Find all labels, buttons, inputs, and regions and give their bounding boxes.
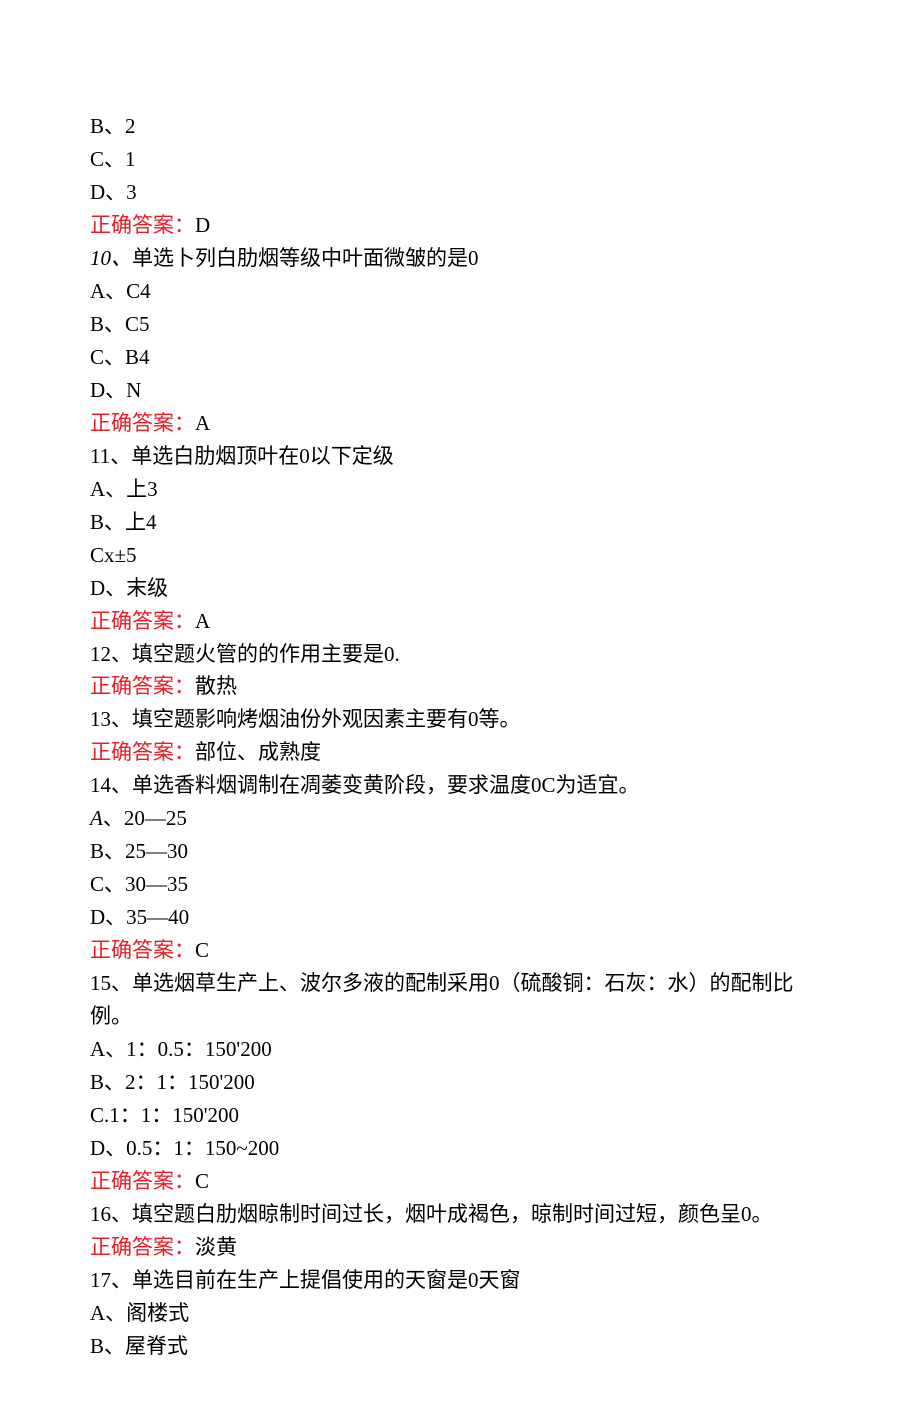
answer-value: A: [195, 609, 210, 633]
question-13: 13、填空题影响烤烟油份外观因素主要有0等。: [90, 703, 830, 736]
question-12: 12、填空题火管的的作用主要是0.: [90, 638, 830, 671]
answer-value: 部位、成熟度: [195, 740, 321, 764]
option-d: D、N: [90, 374, 830, 407]
answer-label: 正确答案：: [90, 938, 195, 962]
answer-value: C: [195, 938, 209, 962]
option-a-text: 、20—25: [103, 806, 187, 830]
option-a-letter: A: [90, 806, 103, 830]
answer-label: 正确答案：: [90, 740, 195, 764]
answer-value: D: [195, 213, 210, 237]
answer-line: 正确答案：A: [90, 407, 830, 440]
option-b: B、2: [90, 110, 830, 143]
question-17: 17、单选目前在生产上提倡使用的天窗是0天窗: [90, 1264, 830, 1297]
answer-line: 正确答案：C: [90, 934, 830, 967]
option-b: B、上4: [90, 506, 830, 539]
question-16: 16、填空题白肋烟晾制时间过长，烟叶成褐色，晾制时间过短，颜色呈0。: [90, 1198, 830, 1231]
answer-label: 正确答案：: [90, 411, 195, 435]
answer-value: 淡黄: [195, 1235, 237, 1259]
option-d: D、35—40: [90, 901, 830, 934]
question-14: 14、单选香料烟调制在凋萎变黄阶段，要求温度0C为适宜。: [90, 769, 830, 802]
option-a: A、1：0.5：150'200: [90, 1033, 830, 1066]
answer-line: 正确答案：淡黄: [90, 1231, 830, 1264]
option-c: C、B4: [90, 341, 830, 374]
answer-line: 正确答案：A: [90, 605, 830, 638]
document-page: B、2 C、1 D、3 正确答案：D 10、单选卜列白肋烟等级中叶面微皱的是0 …: [0, 0, 920, 1423]
option-a: A、20—25: [90, 802, 830, 835]
answer-label: 正确答案：: [90, 609, 195, 633]
answer-value: C: [195, 1169, 209, 1193]
option-c: C.1：1：150'200: [90, 1099, 830, 1132]
answer-label: 正确答案：: [90, 1169, 195, 1193]
question-10: 10、单选卜列白肋烟等级中叶面微皱的是0: [90, 242, 830, 275]
answer-value: A: [195, 411, 210, 435]
answer-line: 正确答案：C: [90, 1165, 830, 1198]
answer-value: 散热: [195, 674, 237, 698]
option-b: B、2：1：150'200: [90, 1066, 830, 1099]
option-a: A、C4: [90, 275, 830, 308]
question-15: 15、单选烟草生产上、波尔多液的配制采用0（硫酸铜：石灰：水）的配制比例。: [90, 967, 830, 1033]
q10-number: 10、: [90, 246, 132, 270]
option-c: C、30—35: [90, 868, 830, 901]
option-a: A、上3: [90, 473, 830, 506]
option-d: D、3: [90, 176, 830, 209]
answer-label: 正确答案：: [90, 213, 195, 237]
option-b: B、25—30: [90, 835, 830, 868]
option-c: C、1: [90, 143, 830, 176]
answer-label: 正确答案：: [90, 1235, 195, 1259]
answer-line: 正确答案：D: [90, 209, 830, 242]
question-11: 11、单选白肋烟顶叶在0以下定级: [90, 440, 830, 473]
option-d: D、0.5：1：150~200: [90, 1132, 830, 1165]
answer-line: 正确答案：部位、成熟度: [90, 736, 830, 769]
answer-label: 正确答案：: [90, 674, 195, 698]
option-a: A、阁楼式: [90, 1297, 830, 1330]
option-b: B、屋脊式: [90, 1330, 830, 1363]
option-d: D、末级: [90, 572, 830, 605]
answer-line: 正确答案：散热: [90, 670, 830, 703]
option-c: Cx±5: [90, 539, 830, 572]
option-b: B、C5: [90, 308, 830, 341]
q10-text: 单选卜列白肋烟等级中叶面微皱的是0: [132, 246, 479, 270]
